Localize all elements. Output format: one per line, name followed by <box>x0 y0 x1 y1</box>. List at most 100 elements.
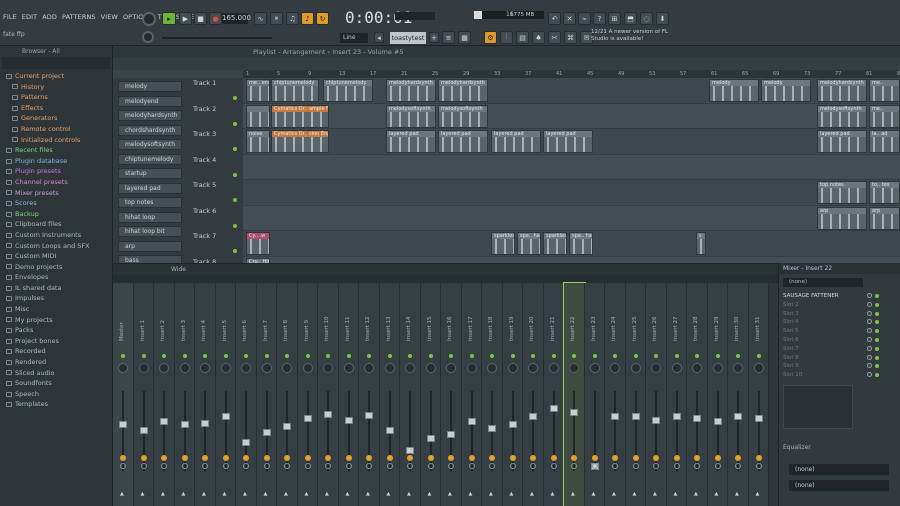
mixer-insert-strip[interactable]: Insert 27 ▲ <box>666 283 687 506</box>
volume-fader[interactable] <box>406 447 414 454</box>
pan-knob[interactable] <box>548 363 559 373</box>
strip-active-led[interactable] <box>572 354 576 358</box>
mixer-insert-strip[interactable]: Insert 17 ▲ <box>461 283 482 506</box>
mixer-insert-strip[interactable]: Insert 28 ▲ <box>687 283 708 506</box>
browser-item[interactable]: Mixer presets <box>0 188 112 199</box>
slot-mix-knob[interactable] <box>867 328 872 334</box>
menu-file[interactable]: FILE <box>3 13 17 21</box>
strip-active-led[interactable] <box>715 354 720 358</box>
route-knob[interactable] <box>591 463 598 469</box>
route-knob[interactable] <box>263 463 270 469</box>
route-knob[interactable] <box>755 463 762 469</box>
browser-item[interactable]: Plugin database <box>0 156 112 167</box>
plugin-picker-icon[interactable]: ♠ <box>532 31 545 44</box>
route-knob[interactable] <box>407 463 413 469</box>
pattern-clip[interactable]: la.. ad <box>869 130 900 153</box>
pattern-song-toggle[interactable]: ▸ <box>162 12 176 25</box>
send-switch[interactable] <box>489 455 495 461</box>
send-switch[interactable] <box>550 455 557 461</box>
browser-item[interactable]: Custom Instruments <box>0 230 112 241</box>
mic-icon[interactable]: ⌁ <box>578 12 591 25</box>
mixer-insert-strip[interactable]: Insert 7 ▲ <box>256 283 277 506</box>
route-knob[interactable] <box>386 463 393 469</box>
mixer-insert-strip[interactable]: Insert 4 ▲ <box>195 283 216 506</box>
volume-fader[interactable] <box>324 411 332 418</box>
browser-toolbar[interactable] <box>2 57 110 69</box>
strip-active-led[interactable] <box>223 354 228 358</box>
mixer-insert-strip[interactable]: Insert 3 ▲ <box>174 283 195 506</box>
route-knob[interactable] <box>140 463 147 469</box>
strip-active-led[interactable] <box>408 354 412 358</box>
pattern-clip[interactable]: melodyhardsynth <box>817 79 867 102</box>
volume-fader[interactable] <box>139 427 148 434</box>
mixer-insert-strip[interactable]: Insert 14 ▲ <box>400 283 421 506</box>
send-switch[interactable] <box>653 455 659 461</box>
pattern-clip[interactable]: spa.. hat <box>517 232 541 255</box>
pattern-item[interactable]: layered pad <box>118 182 182 194</box>
send-switch[interactable] <box>735 455 741 461</box>
send-switch[interactable] <box>161 455 167 461</box>
mixer-insert-strip[interactable]: Insert 15 ▲ <box>420 283 441 506</box>
slot-mix-knob[interactable] <box>867 337 872 342</box>
effect-slot[interactable]: Slot 6 <box>783 336 865 344</box>
mixer-insert-strip[interactable]: Insert 13 ▲ <box>379 283 400 506</box>
pattern-item[interactable]: melody <box>118 81 182 92</box>
route-knob[interactable] <box>612 463 618 469</box>
add-pattern-icon[interactable]: + <box>429 32 439 43</box>
strip-active-led[interactable] <box>551 354 556 358</box>
route-arrow-icon[interactable]: ▲ <box>223 491 227 497</box>
route-arrow-icon[interactable]: ▲ <box>469 491 473 497</box>
output-select-1[interactable]: (none) <box>789 464 889 475</box>
effect-slot[interactable]: Slot 4 <box>783 318 865 326</box>
strip-active-led[interactable] <box>305 354 310 358</box>
strip-active-led[interactable] <box>387 354 392 358</box>
pattern-clip[interactable]: me.. <box>869 104 900 128</box>
effect-slot[interactable]: Slot 7 <box>783 345 865 353</box>
slot-enable-led[interactable] <box>875 364 879 369</box>
track-header[interactable]: Track 4 <box>193 156 235 180</box>
help-icon[interactable]: ? <box>593 12 606 25</box>
browser-item[interactable]: Remote control <box>0 124 112 135</box>
pattern-clip[interactable]: melody <box>761 79 811 102</box>
master-volume-knob[interactable] <box>142 12 156 26</box>
track-header[interactable]: Track 6 <box>193 207 235 231</box>
route-knob[interactable] <box>243 463 249 469</box>
volume-fader[interactable] <box>611 413 619 421</box>
send-switch[interactable] <box>181 455 188 461</box>
route-knob[interactable] <box>284 463 290 469</box>
volume-fader[interactable] <box>508 421 517 429</box>
track-mute-led[interactable] <box>233 249 237 253</box>
browser-item[interactable]: Custom Loops and SFX <box>0 241 112 252</box>
master-pitch-slider[interactable] <box>162 37 272 39</box>
route-arrow-icon[interactable]: ▲ <box>674 491 678 497</box>
route-knob[interactable] <box>345 463 352 469</box>
pan-knob[interactable] <box>302 363 313 373</box>
mixer-insert-strip[interactable]: Insert 12 ▲ <box>359 283 380 506</box>
mixer-insert-strip[interactable]: Insert 31 ▲ <box>748 283 769 506</box>
send-switch[interactable] <box>612 455 618 461</box>
browser-item[interactable]: My projects <box>0 315 112 326</box>
pattern-clip[interactable]: chiptunemelody <box>323 79 373 102</box>
pattern-clip[interactable]: arp <box>869 206 900 230</box>
channel-rack-icon[interactable]: ⚙ <box>484 31 497 44</box>
mixer-insert-strip[interactable]: Insert 16 ▲ <box>441 283 462 506</box>
send-switch[interactable] <box>673 455 680 461</box>
pan-knob[interactable] <box>692 363 702 373</box>
slot-enable-led[interactable] <box>875 329 879 334</box>
volume-fader[interactable] <box>180 421 189 429</box>
undo-icon[interactable]: ↶ <box>548 12 561 25</box>
pan-knob[interactable] <box>733 363 743 373</box>
pattern-clip[interactable]: sparkles <box>543 232 567 255</box>
strip-active-led[interactable] <box>428 354 433 358</box>
route-arrow-icon[interactable]: ▲ <box>407 491 411 497</box>
send-switch[interactable] <box>468 455 475 461</box>
pan-knob[interactable] <box>671 363 682 373</box>
route-arrow-icon[interactable]: ▲ <box>202 491 206 497</box>
route-knob[interactable] <box>222 463 229 469</box>
news-panel[interactable]: 12/21 A newer version of FL Studio is av… <box>591 29 671 43</box>
pattern-clip[interactable]: noise <box>246 130 270 153</box>
route-arrow-icon[interactable]: ▲ <box>510 491 514 497</box>
mixer-insert-strip[interactable]: Insert 6 ▲ <box>236 283 257 506</box>
strip-active-led[interactable] <box>162 354 166 358</box>
pattern-clip[interactable]: Cymatics Or.. cion Enph <box>271 130 329 153</box>
